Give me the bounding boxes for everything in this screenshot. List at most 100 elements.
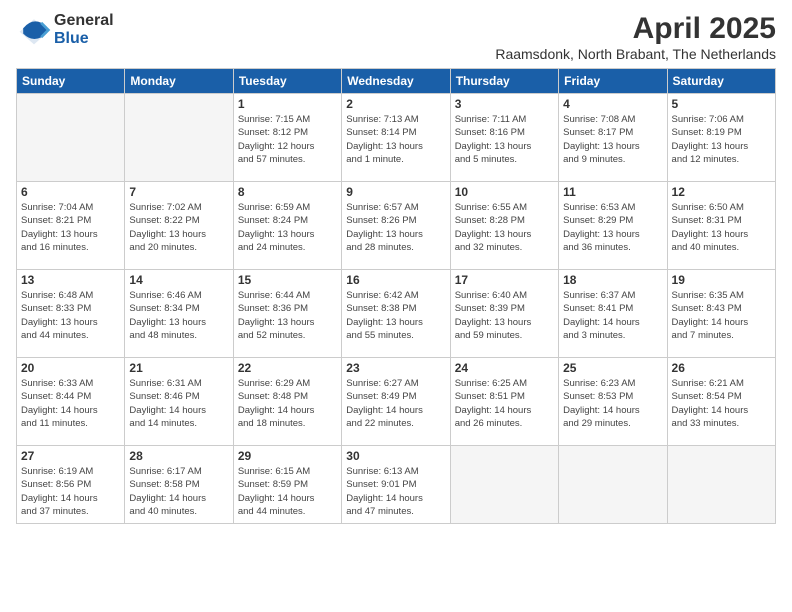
col-header-saturday: Saturday bbox=[667, 69, 775, 94]
cell-sun-info: Sunrise: 6:42 AM Sunset: 8:38 PM Dayligh… bbox=[346, 289, 445, 342]
cell-sun-info: Sunrise: 7:13 AM Sunset: 8:14 PM Dayligh… bbox=[346, 113, 445, 166]
cell-sun-info: Sunrise: 6:53 AM Sunset: 8:29 PM Dayligh… bbox=[563, 201, 662, 254]
cal-cell-empty-4-6 bbox=[667, 446, 775, 524]
logo-icon bbox=[16, 12, 52, 48]
cell-sun-info: Sunrise: 7:15 AM Sunset: 8:12 PM Dayligh… bbox=[238, 113, 337, 166]
day-number: 19 bbox=[672, 273, 771, 287]
cal-cell-8: 8 Sunrise: 6:59 AM Sunset: 8:24 PM Daylig… bbox=[233, 182, 341, 270]
day-number: 30 bbox=[346, 449, 445, 463]
cell-sun-info: Sunrise: 7:11 AM Sunset: 8:16 PM Dayligh… bbox=[455, 113, 554, 166]
cal-cell-5: 5 Sunrise: 7:06 AM Sunset: 8:19 PM Daylig… bbox=[667, 94, 775, 182]
cell-sun-info: Sunrise: 6:29 AM Sunset: 8:48 PM Dayligh… bbox=[238, 377, 337, 430]
cal-cell-20: 20Sunrise: 6:33 AM Sunset: 8:44 PM Dayli… bbox=[17, 358, 125, 446]
day-number: 28 bbox=[129, 449, 228, 463]
cal-cell-30: 30Sunrise: 6:13 AM Sunset: 9:01 PM Dayli… bbox=[342, 446, 450, 524]
week-row-3: 13 Sunrise: 6:48 AM Sunset: 8:33 PM Dayli… bbox=[17, 270, 776, 358]
title-block: April 2025 Raamsdonk, North Brabant, The… bbox=[495, 12, 776, 62]
day-number: 7 bbox=[129, 185, 228, 199]
day-number: 8 bbox=[238, 185, 337, 199]
cell-sun-info: Sunrise: 6:23 AM Sunset: 8:53 PM Dayligh… bbox=[563, 377, 662, 430]
cell-sun-info: Sunrise: 6:21 AM Sunset: 8:54 PM Dayligh… bbox=[672, 377, 771, 430]
col-header-wednesday: Wednesday bbox=[342, 69, 450, 94]
day-number: 27 bbox=[21, 449, 120, 463]
cell-sun-info: Sunrise: 6:19 AM Sunset: 8:56 PM Dayligh… bbox=[21, 465, 120, 518]
logo-general-text: General bbox=[54, 12, 114, 30]
cal-cell-24: 24 Sunrise: 6:25 AM Sunset: 8:51 PM Dayli… bbox=[450, 358, 558, 446]
cell-sun-info: Sunrise: 6:33 AM Sunset: 8:44 PM Dayligh… bbox=[21, 377, 120, 430]
cell-sun-info: Sunrise: 7:02 AM Sunset: 8:22 PM Dayligh… bbox=[129, 201, 228, 254]
day-number: 1 bbox=[238, 97, 337, 111]
cell-sun-info: Sunrise: 6:55 AM Sunset: 8:28 PM Dayligh… bbox=[455, 201, 554, 254]
week-row-5: 27 Sunrise: 6:19 AM Sunset: 8:56 PM Dayli… bbox=[17, 446, 776, 524]
day-number: 9 bbox=[346, 185, 445, 199]
cell-sun-info: Sunrise: 7:08 AM Sunset: 8:17 PM Dayligh… bbox=[563, 113, 662, 166]
cal-cell-4: 4Sunrise: 7:08 AM Sunset: 8:17 PM Daylig… bbox=[559, 94, 667, 182]
main-title: April 2025 bbox=[495, 12, 776, 46]
cal-cell-17: 17 Sunrise: 6:40 AM Sunset: 8:39 PM Dayli… bbox=[450, 270, 558, 358]
day-number: 17 bbox=[455, 273, 554, 287]
header-row: SundayMondayTuesdayWednesdayThursdayFrid… bbox=[17, 69, 776, 94]
logo-blue-text: Blue bbox=[54, 30, 114, 48]
cal-cell-27: 27 Sunrise: 6:19 AM Sunset: 8:56 PM Dayli… bbox=[17, 446, 125, 524]
cal-cell-11: 11 Sunrise: 6:53 AM Sunset: 8:29 PM Dayli… bbox=[559, 182, 667, 270]
day-number: 18 bbox=[563, 273, 662, 287]
day-number: 13 bbox=[21, 273, 120, 287]
col-header-tuesday: Tuesday bbox=[233, 69, 341, 94]
cell-sun-info: Sunrise: 6:27 AM Sunset: 8:49 PM Dayligh… bbox=[346, 377, 445, 430]
day-number: 5 bbox=[672, 97, 771, 111]
day-number: 10 bbox=[455, 185, 554, 199]
cal-cell-25: 25 Sunrise: 6:23 AM Sunset: 8:53 PM Dayli… bbox=[559, 358, 667, 446]
col-header-friday: Friday bbox=[559, 69, 667, 94]
day-number: 16 bbox=[346, 273, 445, 287]
cal-cell-9: 9 Sunrise: 6:57 AM Sunset: 8:26 PM Daylig… bbox=[342, 182, 450, 270]
cell-sun-info: Sunrise: 6:50 AM Sunset: 8:31 PM Dayligh… bbox=[672, 201, 771, 254]
day-number: 23 bbox=[346, 361, 445, 375]
cal-cell-15: 15Sunrise: 6:44 AM Sunset: 8:36 PM Dayli… bbox=[233, 270, 341, 358]
cell-sun-info: Sunrise: 6:17 AM Sunset: 8:58 PM Dayligh… bbox=[129, 465, 228, 518]
cal-cell-26: 26 Sunrise: 6:21 AM Sunset: 8:54 PM Dayli… bbox=[667, 358, 775, 446]
cell-sun-info: Sunrise: 6:15 AM Sunset: 8:59 PM Dayligh… bbox=[238, 465, 337, 518]
day-number: 22 bbox=[238, 361, 337, 375]
cal-cell-29: 29Sunrise: 6:15 AM Sunset: 8:59 PM Dayli… bbox=[233, 446, 341, 524]
day-number: 21 bbox=[129, 361, 228, 375]
cal-cell-21: 21Sunrise: 6:31 AM Sunset: 8:46 PM Dayli… bbox=[125, 358, 233, 446]
day-number: 26 bbox=[672, 361, 771, 375]
cell-sun-info: Sunrise: 6:37 AM Sunset: 8:41 PM Dayligh… bbox=[563, 289, 662, 342]
day-number: 14 bbox=[129, 273, 228, 287]
col-header-thursday: Thursday bbox=[450, 69, 558, 94]
subtitle: Raamsdonk, North Brabant, The Netherland… bbox=[495, 46, 776, 62]
cal-cell-13: 13 Sunrise: 6:48 AM Sunset: 8:33 PM Dayli… bbox=[17, 270, 125, 358]
cell-sun-info: Sunrise: 6:48 AM Sunset: 8:33 PM Dayligh… bbox=[21, 289, 120, 342]
logo-text: General Blue bbox=[54, 12, 114, 47]
cell-sun-info: Sunrise: 6:59 AM Sunset: 8:24 PM Dayligh… bbox=[238, 201, 337, 254]
cal-cell-14: 14Sunrise: 6:46 AM Sunset: 8:34 PM Dayli… bbox=[125, 270, 233, 358]
cell-sun-info: Sunrise: 7:06 AM Sunset: 8:19 PM Dayligh… bbox=[672, 113, 771, 166]
cell-sun-info: Sunrise: 6:44 AM Sunset: 8:36 PM Dayligh… bbox=[238, 289, 337, 342]
cell-sun-info: Sunrise: 6:57 AM Sunset: 8:26 PM Dayligh… bbox=[346, 201, 445, 254]
cal-cell-16: 16 Sunrise: 6:42 AM Sunset: 8:38 PM Dayli… bbox=[342, 270, 450, 358]
page: General Blue April 2025 Raamsdonk, North… bbox=[0, 0, 792, 612]
cell-sun-info: Sunrise: 6:25 AM Sunset: 8:51 PM Dayligh… bbox=[455, 377, 554, 430]
cell-sun-info: Sunrise: 7:04 AM Sunset: 8:21 PM Dayligh… bbox=[21, 201, 120, 254]
cal-cell-2: 2Sunrise: 7:13 AM Sunset: 8:14 PM Daylig… bbox=[342, 94, 450, 182]
header: General Blue April 2025 Raamsdonk, North… bbox=[16, 12, 776, 62]
cal-cell-23: 23 Sunrise: 6:27 AM Sunset: 8:49 PM Dayli… bbox=[342, 358, 450, 446]
day-number: 12 bbox=[672, 185, 771, 199]
day-number: 11 bbox=[563, 185, 662, 199]
day-number: 24 bbox=[455, 361, 554, 375]
calendar-table: SundayMondayTuesdayWednesdayThursdayFrid… bbox=[16, 68, 776, 524]
logo: General Blue bbox=[16, 12, 114, 48]
cal-cell-12: 12 Sunrise: 6:50 AM Sunset: 8:31 PM Dayli… bbox=[667, 182, 775, 270]
day-number: 25 bbox=[563, 361, 662, 375]
cal-cell-7: 7 Sunrise: 7:02 AM Sunset: 8:22 PM Daylig… bbox=[125, 182, 233, 270]
week-row-1: 1 Sunrise: 7:15 AM Sunset: 8:12 PM Daylig… bbox=[17, 94, 776, 182]
week-row-4: 20Sunrise: 6:33 AM Sunset: 8:44 PM Dayli… bbox=[17, 358, 776, 446]
cal-cell-empty-4-4 bbox=[450, 446, 558, 524]
cal-cell-22: 22 Sunrise: 6:29 AM Sunset: 8:48 PM Dayli… bbox=[233, 358, 341, 446]
cal-cell-28: 28 Sunrise: 6:17 AM Sunset: 8:58 PM Dayli… bbox=[125, 446, 233, 524]
cal-cell-3: 3Sunrise: 7:11 AM Sunset: 8:16 PM Daylig… bbox=[450, 94, 558, 182]
cal-cell-empty-0-0 bbox=[17, 94, 125, 182]
cell-sun-info: Sunrise: 6:40 AM Sunset: 8:39 PM Dayligh… bbox=[455, 289, 554, 342]
cell-sun-info: Sunrise: 6:35 AM Sunset: 8:43 PM Dayligh… bbox=[672, 289, 771, 342]
cal-cell-19: 19 Sunrise: 6:35 AM Sunset: 8:43 PM Dayli… bbox=[667, 270, 775, 358]
